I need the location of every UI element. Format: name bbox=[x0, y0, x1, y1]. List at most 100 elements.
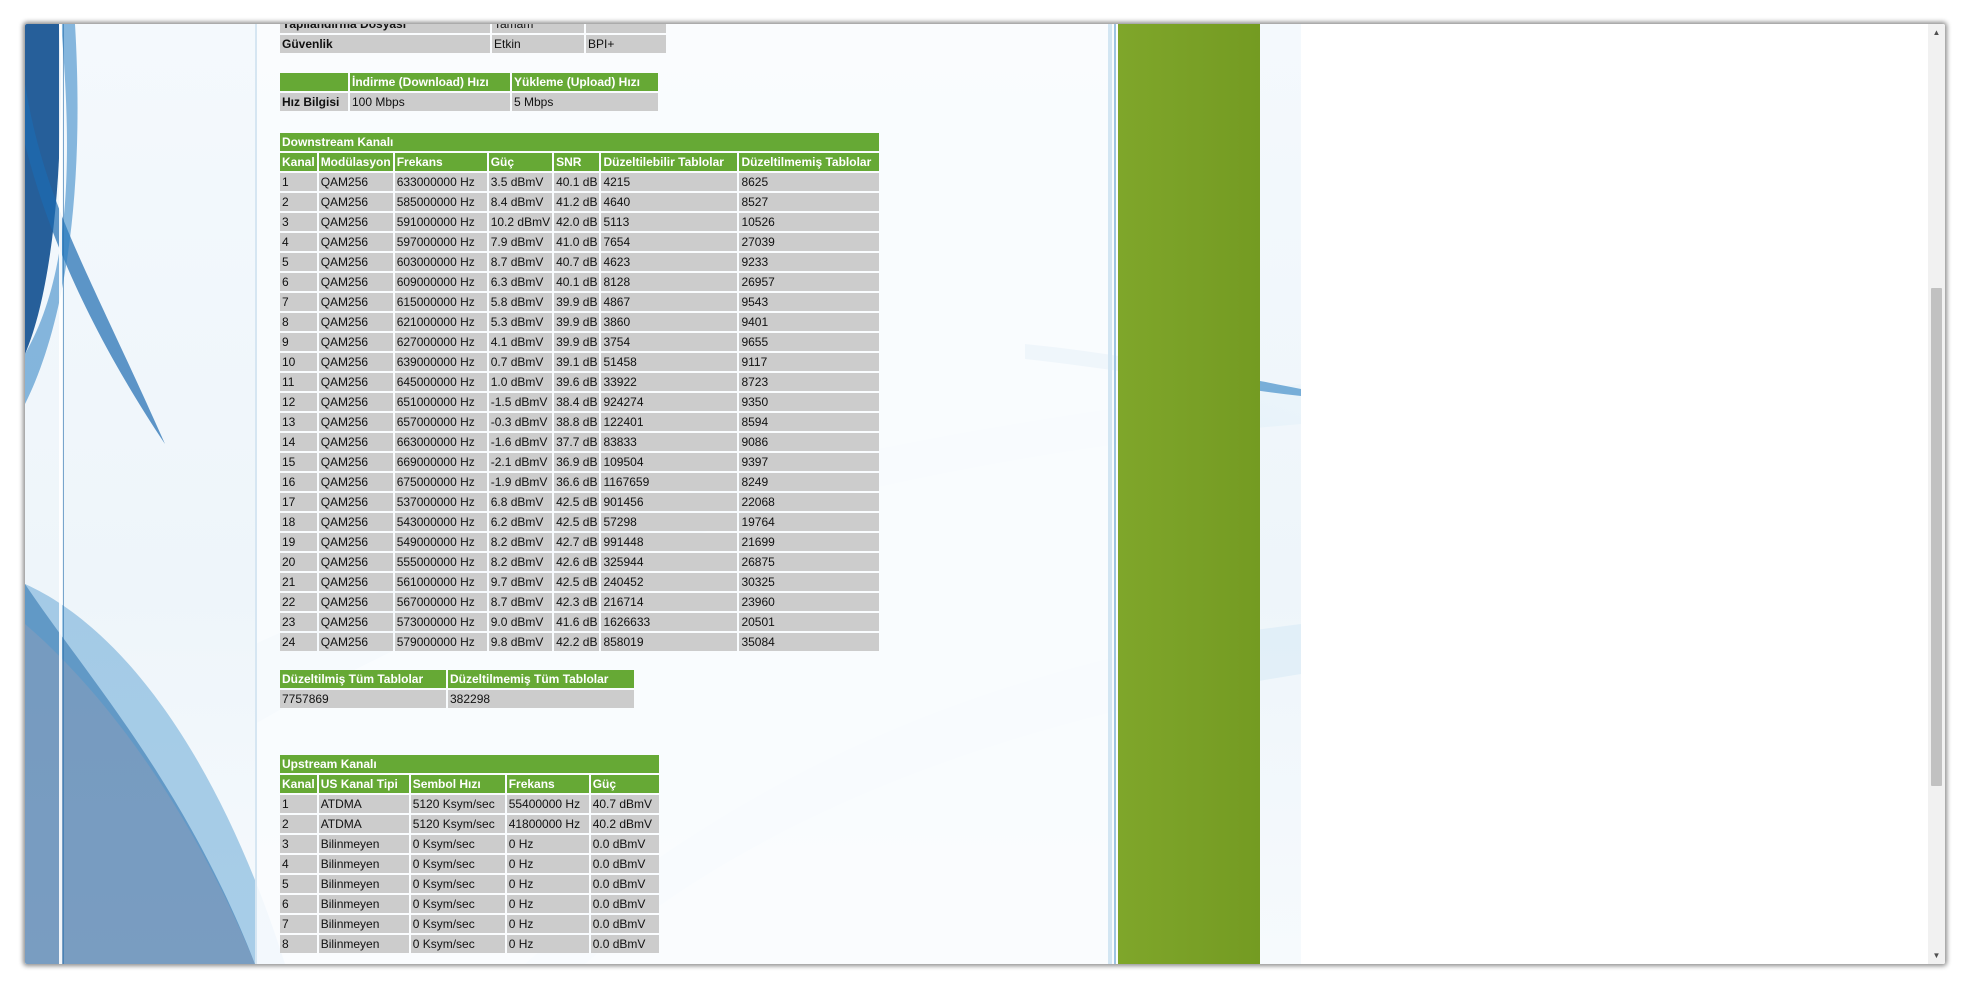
downstream-cell: 7 bbox=[280, 293, 317, 311]
downstream-cell: -1.5 dBmV bbox=[488, 393, 553, 411]
downstream-cell: 543000000 Hz bbox=[394, 513, 487, 531]
upstream-col-header: Güç bbox=[590, 775, 659, 793]
table-row: 5 QAM256 603000000 Hz 8.7 dBmV 40.7 dB 4623 92… bbox=[280, 253, 880, 271]
downstream-cell: 42.5 dB bbox=[554, 573, 600, 591]
downstream-cell: 15 bbox=[280, 453, 317, 471]
downstream-cell: 6.3 dBmV bbox=[488, 273, 553, 291]
downstream-cell: 621000000 Hz bbox=[394, 313, 487, 331]
downstream-cell: 3754 bbox=[601, 333, 738, 351]
downstream-cell: 38.4 dB bbox=[554, 393, 600, 411]
upstream-cell: 40.2 dBmV bbox=[590, 815, 659, 833]
downstream-cell: 537000000 Hz bbox=[394, 493, 487, 511]
upstream-cell: 7 bbox=[280, 915, 317, 933]
downstream-cell: 8723 bbox=[739, 373, 880, 391]
downstream-cell: 585000000 Hz bbox=[394, 193, 487, 211]
downstream-cell: 325944 bbox=[601, 553, 738, 571]
downstream-cell: 609000000 Hz bbox=[394, 273, 487, 291]
downstream-cell: 33922 bbox=[601, 373, 738, 391]
downstream-cell: 39.9 dB bbox=[554, 333, 600, 351]
upstream-cell: ATDMA bbox=[318, 795, 409, 813]
downstream-cell: 4867 bbox=[601, 293, 738, 311]
right-blank-area bbox=[1301, 24, 1928, 964]
downstream-cell: 39.9 dB bbox=[554, 293, 600, 311]
upstream-cell: 6 bbox=[280, 895, 317, 913]
table-row: 7 Bilinmeyen 0 Ksym/sec 0 Hz 0.0 dBmV bbox=[280, 915, 659, 933]
green-side-column bbox=[1118, 24, 1260, 964]
downstream-cell: 57298 bbox=[601, 513, 738, 531]
downstream-cell: 4623 bbox=[601, 253, 738, 271]
downstream-cell: 573000000 Hz bbox=[394, 613, 487, 631]
table-title-row: Downstream Kanalı bbox=[280, 133, 880, 151]
downstream-cell: 8527 bbox=[739, 193, 880, 211]
downstream-col-header: Frekans bbox=[394, 153, 487, 171]
table-row: 15 QAM256 669000000 Hz -2.1 dBmV 36.9 dB 1095… bbox=[280, 453, 880, 471]
upstream-cell: Bilinmeyen bbox=[318, 835, 409, 853]
downstream-cell: 633000000 Hz bbox=[394, 173, 487, 191]
downstream-cell: QAM256 bbox=[318, 493, 393, 511]
downstream-cell: 901456 bbox=[601, 493, 738, 511]
downstream-cell: 40.1 dB bbox=[554, 273, 600, 291]
decorative-line bbox=[1108, 24, 1112, 964]
upstream-cell: 0 Ksym/sec bbox=[410, 895, 505, 913]
table-row: 17 QAM256 537000000 Hz 6.8 dBmV 42.5 dB 90145… bbox=[280, 493, 880, 511]
decorative-line bbox=[1114, 24, 1116, 964]
downstream-cell: 40.7 dB bbox=[554, 253, 600, 271]
upstream-cell: Bilinmeyen bbox=[318, 875, 409, 893]
downstream-cell: 42.2 dB bbox=[554, 633, 600, 651]
downstream-cell: 35084 bbox=[739, 633, 880, 651]
downstream-cell: QAM256 bbox=[318, 553, 393, 571]
downstream-cell: 216714 bbox=[601, 593, 738, 611]
downstream-cell: 30325 bbox=[739, 573, 880, 591]
table-header-row: Kanal Modülasyon Frekans Güç SNR Düzeltilebil… bbox=[280, 153, 880, 171]
downstream-cell: 6.8 dBmV bbox=[488, 493, 553, 511]
vertical-scrollbar[interactable]: ▲ ▼ bbox=[1928, 24, 1945, 964]
downstream-col-header: Modülasyon bbox=[318, 153, 393, 171]
downstream-cell: 924274 bbox=[601, 393, 738, 411]
table-header-row: İndirme (Download) Hızı Yükleme (Upload)… bbox=[280, 73, 658, 91]
table-row: 6 Bilinmeyen 0 Ksym/sec 0 Hz 0.0 dBmV bbox=[280, 895, 659, 913]
uncorrected-total-header: Düzeltilmemiş Tüm Tablolar bbox=[448, 670, 634, 688]
uncorrected-total-value: 382298 bbox=[448, 690, 634, 708]
upstream-col-header: Frekans bbox=[506, 775, 589, 793]
decorative-line bbox=[63, 24, 64, 964]
downstream-cell: 5 bbox=[280, 253, 317, 271]
downstream-cell: 42.5 dB bbox=[554, 493, 600, 511]
downstream-cell: 42.6 dB bbox=[554, 553, 600, 571]
upstream-cell: 0 Ksym/sec bbox=[410, 935, 505, 953]
downstream-cell: 6 bbox=[280, 273, 317, 291]
downstream-title: Downstream Kanalı bbox=[280, 133, 880, 151]
scroll-down-arrow-icon[interactable]: ▼ bbox=[1928, 947, 1945, 964]
scroll-up-arrow-icon[interactable]: ▲ bbox=[1928, 24, 1945, 41]
downstream-cell: 20501 bbox=[739, 613, 880, 631]
scroll-thumb[interactable] bbox=[1931, 288, 1942, 786]
downstream-cell: 9.0 dBmV bbox=[488, 613, 553, 631]
downstream-cell: QAM256 bbox=[318, 233, 393, 251]
downstream-cell: 26875 bbox=[739, 553, 880, 571]
downstream-cell: 663000000 Hz bbox=[394, 433, 487, 451]
downstream-cell: 9655 bbox=[739, 333, 880, 351]
upstream-cell: 0.0 dBmV bbox=[590, 935, 659, 953]
table-row: Hız Bilgisi 100 Mbps 5 Mbps bbox=[280, 93, 658, 111]
config-file-label: Yapılandırma Dosyası bbox=[280, 24, 490, 33]
table-row: 7 QAM256 615000000 Hz 5.8 dBmV 39.9 dB 4867 95… bbox=[280, 293, 880, 311]
table-row: 14 QAM256 663000000 Hz -1.6 dBmV 37.7 dB 8383… bbox=[280, 433, 880, 451]
downstream-cell: 858019 bbox=[601, 633, 738, 651]
downstream-cell: QAM256 bbox=[318, 213, 393, 231]
downstream-cell: 16 bbox=[280, 473, 317, 491]
downstream-cell: 9.7 dBmV bbox=[488, 573, 553, 591]
downstream-cell: 8249 bbox=[739, 473, 880, 491]
table-row: 19 QAM256 549000000 Hz 8.2 dBmV 42.7 dB 99144… bbox=[280, 533, 880, 551]
downstream-cell: 4.1 dBmV bbox=[488, 333, 553, 351]
downstream-cell: 41.2 dB bbox=[554, 193, 600, 211]
upstream-cell: 0.0 dBmV bbox=[590, 835, 659, 853]
page-viewport: Yapılandırma Dosyası Tamam Güvenlik Etki… bbox=[25, 24, 1928, 964]
config-file-value: Tamam bbox=[492, 24, 584, 33]
downstream-cell: 39.1 dB bbox=[554, 353, 600, 371]
downstream-cell: 9543 bbox=[739, 293, 880, 311]
upstream-col-header: Sembol Hızı bbox=[410, 775, 505, 793]
downstream-cell: 13 bbox=[280, 413, 317, 431]
downstream-cell: QAM256 bbox=[318, 373, 393, 391]
table-row: 1 QAM256 633000000 Hz 3.5 dBmV 40.1 dB 4215 86… bbox=[280, 173, 880, 191]
downstream-cell: 42.5 dB bbox=[554, 513, 600, 531]
downstream-col-header: Kanal bbox=[280, 153, 317, 171]
